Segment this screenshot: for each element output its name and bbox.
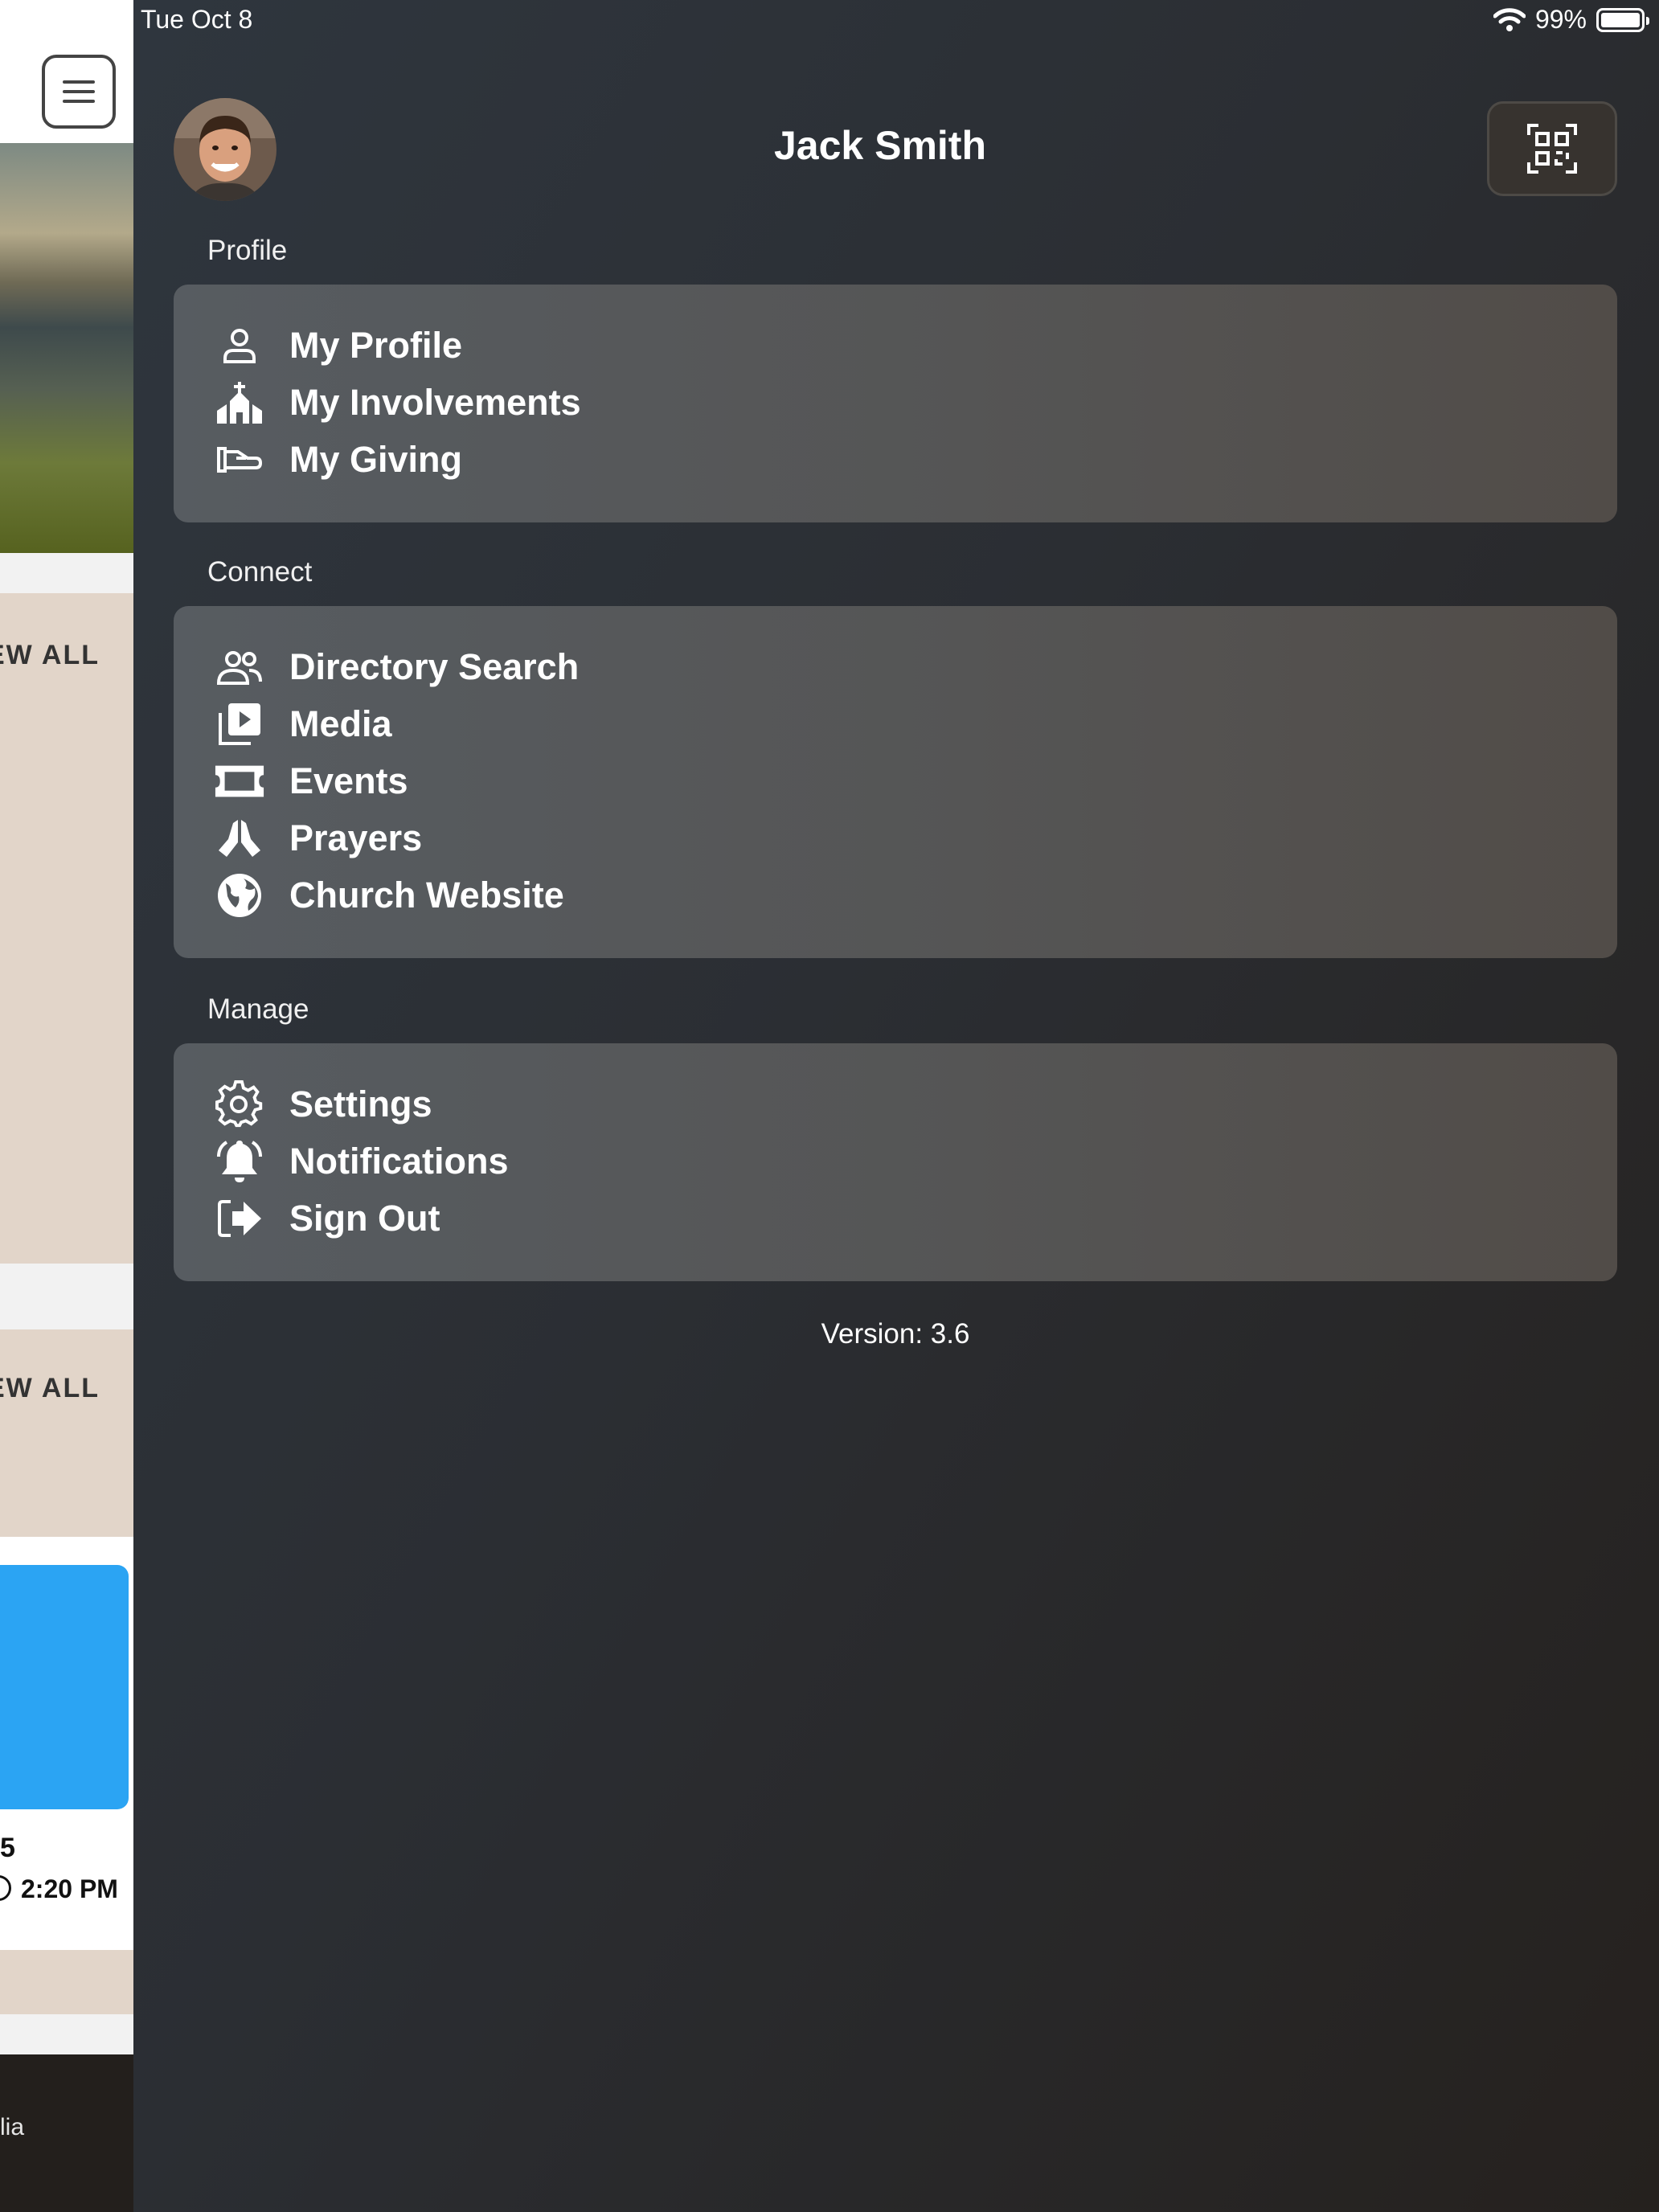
manage-section: Settings Notifications Sign Out (174, 1043, 1617, 1281)
gear-icon (214, 1079, 265, 1130)
section-title-connect: Connect (207, 556, 313, 588)
background-page: EW ALL EW ALL 5 2:20 PM lia (0, 0, 133, 2212)
menu-button[interactable] (42, 55, 116, 129)
people-icon (214, 641, 265, 693)
wifi-icon (1493, 7, 1526, 31)
giving-hand-icon (214, 434, 265, 485)
media-play-icon (214, 698, 265, 750)
menu-item-directory-search[interactable]: Directory Search (214, 641, 579, 694)
menu-item-label: My Profile (289, 325, 463, 366)
hero-image (0, 143, 133, 553)
menu-item-prayers[interactable]: Prayers (214, 812, 422, 865)
status-bar: Tue Oct 8 99% (0, 0, 1659, 40)
hamburger-icon (63, 80, 95, 103)
church-icon (214, 377, 265, 428)
menu-item-label: Settings (289, 1083, 432, 1124)
battery-icon (1596, 7, 1649, 32)
tab-media-label[interactable]: lia (0, 2114, 24, 2141)
qr-code-button[interactable] (1487, 101, 1617, 196)
clock-icon (0, 1875, 11, 1901)
view-all-link[interactable]: EW ALL (0, 1373, 100, 1404)
section-title-profile: Profile (207, 235, 288, 266)
profile-section: My Profile My Involvements My Giving (174, 285, 1617, 522)
menu-item-label: Media (289, 703, 392, 744)
menu-item-my-profile[interactable]: My Profile (214, 319, 462, 372)
person-icon (214, 320, 265, 371)
user-name: Jack Smith (773, 123, 986, 168)
menu-item-my-giving[interactable]: My Giving (214, 433, 462, 486)
bell-icon (214, 1136, 265, 1187)
avatar-photo (174, 98, 276, 201)
menu-item-media[interactable]: Media (214, 698, 392, 751)
menu-item-sign-out[interactable]: Sign Out (214, 1192, 440, 1245)
menu-item-label: My Giving (289, 439, 463, 480)
event-date: 5 (0, 1833, 15, 1863)
menu-item-label: My Involvements (289, 382, 581, 423)
menu-item-my-involvements[interactable]: My Involvements (214, 376, 581, 429)
menu-item-settings[interactable]: Settings (214, 1078, 432, 1131)
menu-item-label: Notifications (289, 1141, 509, 1182)
menu-item-label: Events (289, 760, 408, 801)
menu-item-church-website[interactable]: Church Website (214, 869, 564, 922)
connect-section: Directory Search Media Events Prayers Ch… (174, 606, 1617, 958)
view-all-link[interactable]: EW ALL (0, 640, 100, 671)
section-title-manage: Manage (207, 993, 309, 1025)
sign-out-icon (214, 1193, 265, 1244)
app-version: Version: 3.6 (821, 1318, 970, 1350)
menu-item-events[interactable]: Events (214, 755, 408, 808)
menu-item-notifications[interactable]: Notifications (214, 1135, 509, 1188)
status-date: Tue Oct 8 (141, 5, 253, 34)
event-card[interactable]: 5 2:20 PM (0, 1537, 133, 1950)
event-image (0, 1565, 129, 1809)
praying-hands-icon (214, 813, 265, 864)
menu-item-label: Church Website (289, 875, 564, 916)
menu-item-label: Prayers (289, 817, 423, 858)
globe-icon (214, 870, 265, 921)
avatar[interactable] (174, 98, 276, 201)
ticket-icon (214, 756, 265, 807)
event-time: 2:20 PM (21, 1874, 118, 1903)
content-card: EW ALL (0, 593, 133, 1264)
battery-percentage: 99% (1534, 5, 1587, 34)
qr-scan-icon (1527, 124, 1577, 174)
menu-item-label: Directory Search (289, 646, 580, 687)
menu-item-label: Sign Out (289, 1198, 440, 1239)
